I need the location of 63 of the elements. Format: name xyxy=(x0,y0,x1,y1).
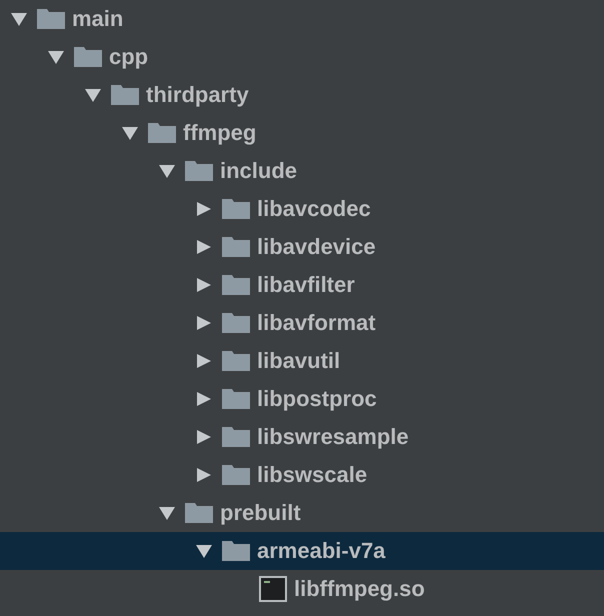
tree-row[interactable]: include xyxy=(0,152,604,190)
tree-row[interactable]: libswresample xyxy=(0,418,604,456)
folder-icon xyxy=(185,502,213,524)
folder-icon xyxy=(37,8,65,30)
expand-arrow-icon[interactable] xyxy=(195,353,213,369)
tree-item-label: main xyxy=(72,6,124,32)
tree-item-label: libffmpeg.so xyxy=(294,576,425,602)
tree-row[interactable]: libavutil xyxy=(0,342,604,380)
expand-arrow-icon[interactable] xyxy=(195,315,213,331)
expand-arrow-icon[interactable] xyxy=(195,543,213,559)
tree-item-label: libpostproc xyxy=(257,386,377,412)
tree-row[interactable]: libavcodec xyxy=(0,190,604,228)
folder-icon xyxy=(222,350,250,372)
tree-item-label: libavformat xyxy=(257,310,376,336)
folder-icon xyxy=(74,46,102,68)
folder-icon xyxy=(222,198,250,220)
tree-item-label: libswscale xyxy=(257,462,368,488)
tree-item-label: libavcodec xyxy=(257,196,371,222)
expand-arrow-icon[interactable] xyxy=(47,49,65,65)
selected-tree-row[interactable]: armeabi-v7a xyxy=(0,532,604,570)
tree-row[interactable]: cpp xyxy=(0,38,604,76)
tree-item-label: cpp xyxy=(109,44,148,70)
folder-icon xyxy=(222,312,250,334)
expand-arrow-icon[interactable] xyxy=(195,239,213,255)
folder-icon xyxy=(111,84,139,106)
tree-item-label: armeabi-v7a xyxy=(257,538,386,564)
tree-item-label: libswresample xyxy=(257,424,409,450)
folder-icon xyxy=(222,388,250,410)
expand-arrow-icon[interactable] xyxy=(195,201,213,217)
expand-arrow-icon[interactable] xyxy=(84,87,102,103)
expand-arrow-icon[interactable] xyxy=(195,391,213,407)
expand-arrow-icon[interactable] xyxy=(121,125,139,141)
tree-item-label: include xyxy=(220,158,298,184)
tree-row[interactable]: main xyxy=(0,0,604,38)
folder-icon xyxy=(222,540,250,562)
tree-row[interactable]: libswscale xyxy=(0,456,604,494)
folder-icon xyxy=(222,236,250,258)
tree-row[interactable]: libpostproc xyxy=(0,380,604,418)
expand-arrow-icon[interactable] xyxy=(10,11,28,27)
tree-row[interactable]: libavfilter xyxy=(0,266,604,304)
expand-arrow-icon[interactable] xyxy=(195,467,213,483)
expand-arrow-icon[interactable] xyxy=(158,505,176,521)
binary-file-icon xyxy=(259,576,287,602)
folder-icon xyxy=(185,160,213,182)
tree-row[interactable]: libffmpeg.so xyxy=(0,570,604,608)
folder-icon xyxy=(222,274,250,296)
expand-arrow-icon[interactable] xyxy=(195,429,213,445)
tree-row[interactable]: libavdevice xyxy=(0,228,604,266)
expand-arrow-icon[interactable] xyxy=(158,163,176,179)
tree-item-label: libavdevice xyxy=(257,234,376,260)
tree-row[interactable]: ffmpeg xyxy=(0,114,604,152)
tree-item-label: libavutil xyxy=(257,348,340,374)
tree-row[interactable]: prebuilt xyxy=(0,494,604,532)
folder-icon xyxy=(222,464,250,486)
folder-icon xyxy=(148,122,176,144)
tree-item-label: ffmpeg xyxy=(183,120,256,146)
tree-item-label: prebuilt xyxy=(220,500,301,526)
tree-item-label: thirdparty xyxy=(146,82,249,108)
folder-icon xyxy=(222,426,250,448)
tree-row[interactable]: thirdparty xyxy=(0,76,604,114)
tree-row[interactable]: libavformat xyxy=(0,304,604,342)
expand-arrow-icon[interactable] xyxy=(195,277,213,293)
tree-item-label: libavfilter xyxy=(257,272,355,298)
